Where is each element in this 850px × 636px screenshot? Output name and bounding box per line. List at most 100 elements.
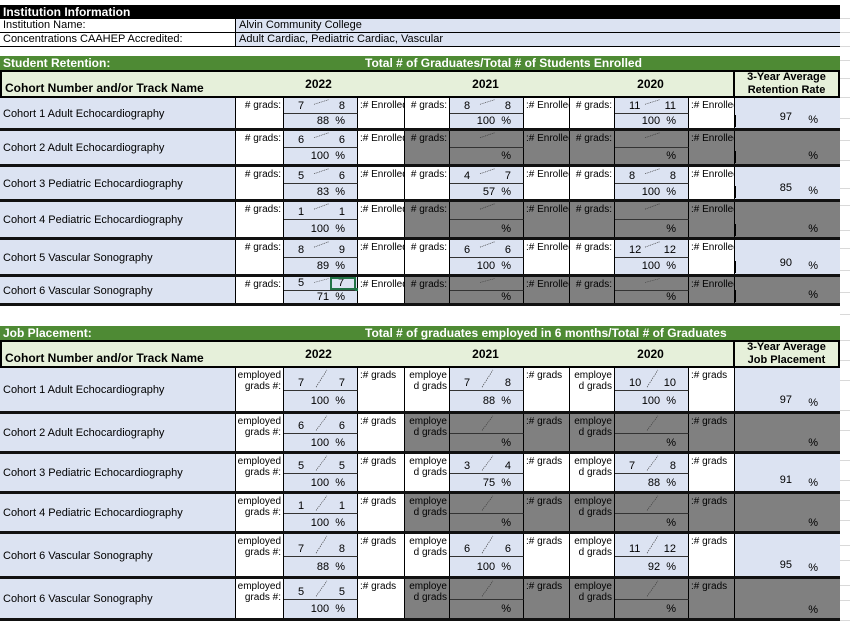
denominator-value[interactable]: 8 bbox=[670, 170, 676, 182]
denominator-value[interactable]: 7 bbox=[505, 170, 511, 182]
retention-average-cell[interactable]: % bbox=[735, 131, 840, 165]
retention-fraction-cell[interactable]: 57 bbox=[284, 277, 360, 293]
retention-fraction-cell[interactable]: 56 bbox=[284, 167, 358, 184]
numerator-value[interactable]: 5 bbox=[298, 170, 304, 182]
retention-fraction-cell[interactable]: 88 bbox=[615, 167, 689, 184]
retention-fraction-cell[interactable] bbox=[615, 131, 689, 148]
numerator-value[interactable]: 3 bbox=[464, 460, 470, 472]
placement-fraction-cell[interactable] bbox=[615, 494, 689, 514]
retention-fraction-cell[interactable]: 12 12 bbox=[615, 240, 689, 258]
numerator-value[interactable]: 7 bbox=[298, 543, 304, 555]
denominator-value[interactable]: 8 bbox=[505, 377, 511, 389]
numerator-value[interactable]: 7 bbox=[629, 460, 635, 472]
denominator-value[interactable]: 8 bbox=[339, 100, 345, 112]
placement-fraction-cell[interactable]: 78 bbox=[615, 454, 689, 474]
retention-fraction-cell[interactable]: 78 bbox=[284, 98, 358, 114]
placement-fraction-cell[interactable] bbox=[450, 494, 524, 514]
numerator-value[interactable]: 6 bbox=[298, 420, 304, 432]
numerator-value[interactable]: 11 bbox=[629, 100, 640, 112]
denominator-value[interactable]: 1 bbox=[339, 206, 345, 218]
retention-fraction-cell[interactable]: 11 bbox=[284, 202, 358, 220]
denominator-value[interactable]: 4 bbox=[505, 460, 511, 472]
numerator-value[interactable]: 11 bbox=[629, 543, 640, 555]
numerator-value[interactable]: 1 bbox=[298, 500, 304, 512]
denominator-value[interactable]: 6 bbox=[339, 134, 345, 146]
retention-average-cell[interactable]: % bbox=[735, 202, 840, 238]
placement-average-cell[interactable]: 91% bbox=[735, 454, 840, 492]
denominator-value[interactable]: 12 bbox=[664, 244, 676, 256]
institution-name-value[interactable]: Alvin Community College bbox=[236, 19, 840, 32]
denominator-value[interactable]: 6 bbox=[339, 420, 345, 432]
denominator-value[interactable]: 8 bbox=[339, 543, 345, 555]
denominator-value[interactable]: 6 bbox=[505, 543, 511, 555]
denominator-value[interactable]: 6 bbox=[339, 170, 345, 182]
retention-fraction-cell[interactable] bbox=[450, 131, 524, 148]
retention-fraction-cell[interactable]: 88 bbox=[450, 98, 524, 114]
retention-average-cell[interactable]: % bbox=[735, 277, 840, 304]
retention-average-cell[interactable]: 85% bbox=[735, 167, 840, 200]
placement-row-name[interactable]: Cohort 3 Pediatric Echocardiography bbox=[0, 454, 236, 492]
denominator-value[interactable]: 7 bbox=[330, 277, 356, 290]
placement-fraction-cell[interactable] bbox=[450, 579, 524, 600]
retention-fraction-cell[interactable] bbox=[615, 202, 689, 220]
retention-fraction-cell[interactable]: 11 11 bbox=[615, 98, 689, 114]
numerator-value[interactable]: 1 bbox=[298, 206, 304, 218]
numerator-value[interactable]: 5 bbox=[298, 277, 304, 289]
denominator-value[interactable]: 11 bbox=[665, 100, 676, 112]
numerator-value[interactable]: 6 bbox=[464, 543, 470, 555]
numerator-value[interactable]: 10 bbox=[629, 377, 641, 389]
placement-row-name[interactable]: Cohort 6 Vascular Sonography bbox=[0, 534, 236, 577]
retention-average-cell[interactable]: 90% bbox=[735, 240, 840, 275]
retention-row-name[interactable]: Cohort 5 Vascular Sonography bbox=[0, 240, 236, 275]
placement-average-cell[interactable]: 97% bbox=[735, 368, 840, 412]
placement-fraction-cell[interactable]: 10 10 bbox=[615, 368, 689, 391]
placement-fraction-cell[interactable]: 66 bbox=[450, 534, 524, 557]
denominator-value[interactable]: 5 bbox=[339, 586, 345, 598]
placement-fraction-cell[interactable]: 78 bbox=[284, 534, 358, 557]
placement-average-cell[interactable]: 95% bbox=[735, 534, 840, 577]
numerator-value[interactable]: 8 bbox=[629, 170, 635, 182]
numerator-value[interactable]: 5 bbox=[298, 460, 304, 472]
denominator-value[interactable]: 12 bbox=[664, 543, 676, 555]
numerator-value[interactable]: 7 bbox=[298, 100, 304, 112]
placement-average-cell[interactable]: % bbox=[735, 579, 840, 619]
retention-fraction-cell[interactable] bbox=[615, 277, 689, 291]
denominator-value[interactable]: 8 bbox=[670, 460, 676, 472]
numerator-value[interactable]: 7 bbox=[298, 377, 304, 389]
denominator-value[interactable]: 7 bbox=[339, 377, 345, 389]
placement-fraction-cell[interactable] bbox=[615, 579, 689, 600]
retention-row-name[interactable]: Cohort 3 Pediatric Echocardiography bbox=[0, 167, 236, 200]
retention-fraction-cell[interactable] bbox=[450, 277, 524, 291]
retention-fraction-cell[interactable]: 89 bbox=[284, 240, 358, 258]
numerator-value[interactable]: 7 bbox=[464, 377, 470, 389]
placement-average-cell[interactable]: % bbox=[735, 494, 840, 532]
concentrations-value[interactable]: Adult Cardiac, Pediatric Cardiac, Vascul… bbox=[236, 33, 840, 46]
placement-fraction-cell[interactable]: 34 bbox=[450, 454, 524, 474]
denominator-value[interactable]: 6 bbox=[505, 244, 511, 256]
placement-row-name[interactable]: Cohort 2 Adult Echocardiography bbox=[0, 414, 236, 452]
retention-row-name[interactable]: Cohort 1 Adult Echocardiography bbox=[0, 98, 236, 129]
retention-average-cell[interactable]: 97% bbox=[735, 98, 840, 129]
retention-fraction-cell[interactable]: 66 bbox=[284, 131, 358, 148]
denominator-value[interactable]: 5 bbox=[339, 460, 345, 472]
placement-fraction-cell[interactable] bbox=[615, 414, 689, 434]
retention-fraction-cell[interactable] bbox=[450, 202, 524, 220]
placement-row-name[interactable]: Cohort 6 Vascular Sonography bbox=[0, 579, 236, 619]
retention-row-name[interactable]: Cohort 4 Pediatric Echocardiography bbox=[0, 202, 236, 238]
numerator-value[interactable]: 6 bbox=[298, 134, 304, 146]
placement-fraction-cell[interactable]: 11 bbox=[284, 494, 358, 514]
retention-fraction-cell[interactable]: 47 bbox=[450, 167, 524, 184]
numerator-value[interactable]: 5 bbox=[298, 586, 304, 598]
placement-average-cell[interactable]: % bbox=[735, 414, 840, 452]
retention-fraction-cell[interactable]: 66 bbox=[450, 240, 524, 258]
placement-fraction-cell[interactable]: 78 bbox=[450, 368, 524, 391]
placement-fraction-cell[interactable]: 66 bbox=[284, 414, 358, 434]
numerator-value[interactable]: 12 bbox=[629, 244, 641, 256]
denominator-value[interactable]: 1 bbox=[339, 500, 345, 512]
placement-row-name[interactable]: Cohort 1 Adult Echocardiography bbox=[0, 368, 236, 412]
denominator-value[interactable]: 10 bbox=[664, 377, 676, 389]
denominator-value[interactable]: 8 bbox=[505, 100, 511, 112]
placement-fraction-cell[interactable]: 55 bbox=[284, 454, 358, 474]
placement-row-name[interactable]: Cohort 4 Pediatric Echocardiography bbox=[0, 494, 236, 532]
denominator-value[interactable]: 9 bbox=[339, 244, 345, 256]
